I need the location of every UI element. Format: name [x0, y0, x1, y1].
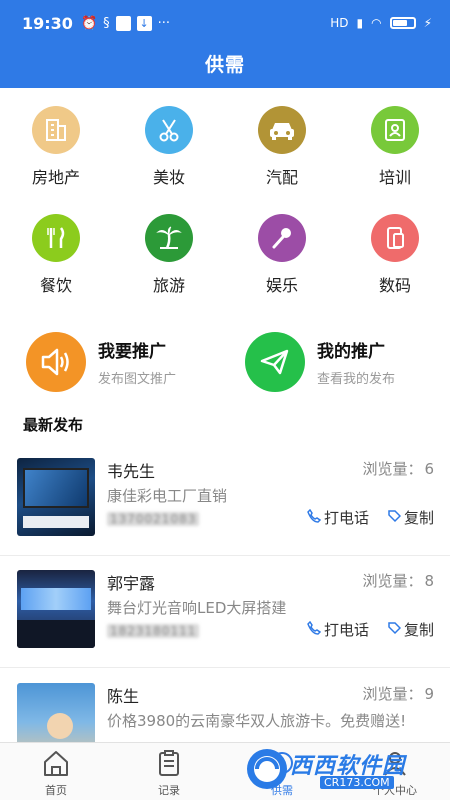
- category-auto-parts[interactable]: 汽配: [237, 106, 327, 188]
- item-description: 康佳彩电工厂直销: [107, 487, 228, 505]
- watermark-url: CR173.COM: [320, 776, 394, 789]
- category-label: 汽配: [265, 168, 298, 187]
- copy-button[interactable]: 复制: [387, 507, 434, 528]
- status-right: HD ▮ ◠ ⚡: [330, 16, 432, 30]
- devices-icon: [371, 214, 419, 262]
- list-item[interactable]: 韦先生 浏览量： 6 康佳彩电工厂直销 1370021083 打电话 复制: [0, 444, 450, 556]
- category-label: 房地产: [31, 168, 80, 187]
- phone-icon: [307, 508, 322, 527]
- item-thumbnail: [17, 458, 95, 536]
- category-training[interactable]: 培训: [350, 106, 440, 188]
- status-bar: 19:30 ⏰ § ↓ ··· HD ▮ ◠ ⚡: [22, 12, 432, 34]
- app-header: 19:30 ⏰ § ↓ ··· HD ▮ ◠ ⚡ 供需: [0, 0, 450, 88]
- promo-subtitle: 查看我的发布: [317, 372, 396, 387]
- notification-icon: §: [103, 15, 110, 31]
- palm-tree-icon: [145, 214, 193, 262]
- category-label: 美妆: [152, 168, 185, 187]
- call-button[interactable]: 打电话: [307, 507, 369, 528]
- call-button[interactable]: 打电话: [307, 619, 369, 640]
- category-label: 旅游: [152, 276, 185, 295]
- nav-records[interactable]: 记录: [124, 749, 214, 798]
- category-entertainment[interactable]: 娱乐: [237, 214, 327, 296]
- category-label: 培训: [378, 168, 411, 187]
- utensils-icon: [32, 214, 80, 262]
- promo-title: 我的推广: [317, 342, 385, 362]
- category-food[interactable]: 餐饮: [11, 214, 101, 296]
- alarm-icon: ⏰: [80, 15, 98, 31]
- item-phone: 1823180111: [107, 624, 200, 638]
- battery-icon: [389, 17, 416, 29]
- copy-button[interactable]: 复制: [387, 619, 434, 640]
- paper-plane-icon: [245, 332, 305, 392]
- network-type: HD: [330, 16, 349, 30]
- id-card-icon: [371, 106, 419, 154]
- download-icon: ↓: [136, 15, 152, 31]
- item-phone: 1370021083: [107, 512, 200, 526]
- category-real-estate[interactable]: 房地产: [11, 106, 101, 188]
- my-promotions-button[interactable]: 我的推广 查看我的发布: [245, 330, 395, 394]
- item-description: 舞台灯光音响LED大屏搭建: [107, 599, 287, 617]
- microphone-icon: [258, 214, 306, 262]
- wifi-icon: ◠: [371, 16, 382, 30]
- building-icon: [32, 106, 80, 154]
- page-title: 供需: [204, 54, 245, 76]
- item-views: 浏览量： 6: [362, 460, 434, 478]
- watermark: 西西软件园 CR173.COM: [244, 744, 430, 794]
- signal-icon: ▮: [356, 16, 364, 30]
- clipboard-icon: [154, 750, 184, 780]
- category-travel[interactable]: 旅游: [124, 214, 214, 296]
- category-label: 数码: [378, 276, 411, 295]
- nav-home[interactable]: 首页: [11, 749, 101, 798]
- item-thumbnail: [17, 570, 95, 648]
- list-item[interactable]: 郭宇露 浏览量： 8 舞台灯光音响LED大屏搭建 1823180111 打电话 复…: [0, 556, 450, 668]
- item-name: 陈生: [107, 687, 140, 706]
- promote-button[interactable]: 我要推广 发布图文推广: [26, 330, 176, 394]
- promo-subtitle: 发布图文推广: [98, 372, 177, 387]
- status-time: 19:30: [22, 13, 73, 33]
- category-digital[interactable]: 数码: [350, 214, 440, 296]
- promo-title: 我要推广: [98, 342, 166, 362]
- charging-icon: ⚡: [423, 16, 432, 30]
- watermark-logo-icon: [247, 749, 287, 789]
- speaker-icon: [26, 332, 86, 392]
- app-notification-icon: [115, 15, 131, 31]
- phone-icon: [307, 620, 322, 639]
- car-icon: [258, 106, 306, 154]
- section-title: 最新发布: [23, 416, 84, 434]
- category-beauty[interactable]: 美妆: [124, 106, 214, 188]
- home-icon: [41, 751, 71, 780]
- tag-icon: [387, 621, 402, 639]
- item-name: 郭宇露: [107, 574, 156, 593]
- item-views: 浏览量： 8: [362, 572, 434, 590]
- category-label: 娱乐: [265, 276, 298, 295]
- more-icon: ···: [157, 15, 171, 31]
- tag-icon: [387, 509, 402, 527]
- category-label: 餐饮: [39, 276, 72, 295]
- scissors-icon: [145, 106, 193, 154]
- item-views: 浏览量： 9: [362, 685, 434, 703]
- item-description: 价格3980的云南豪华双人旅游卡。免费赠送!: [107, 712, 407, 730]
- item-name: 韦先生: [107, 462, 156, 481]
